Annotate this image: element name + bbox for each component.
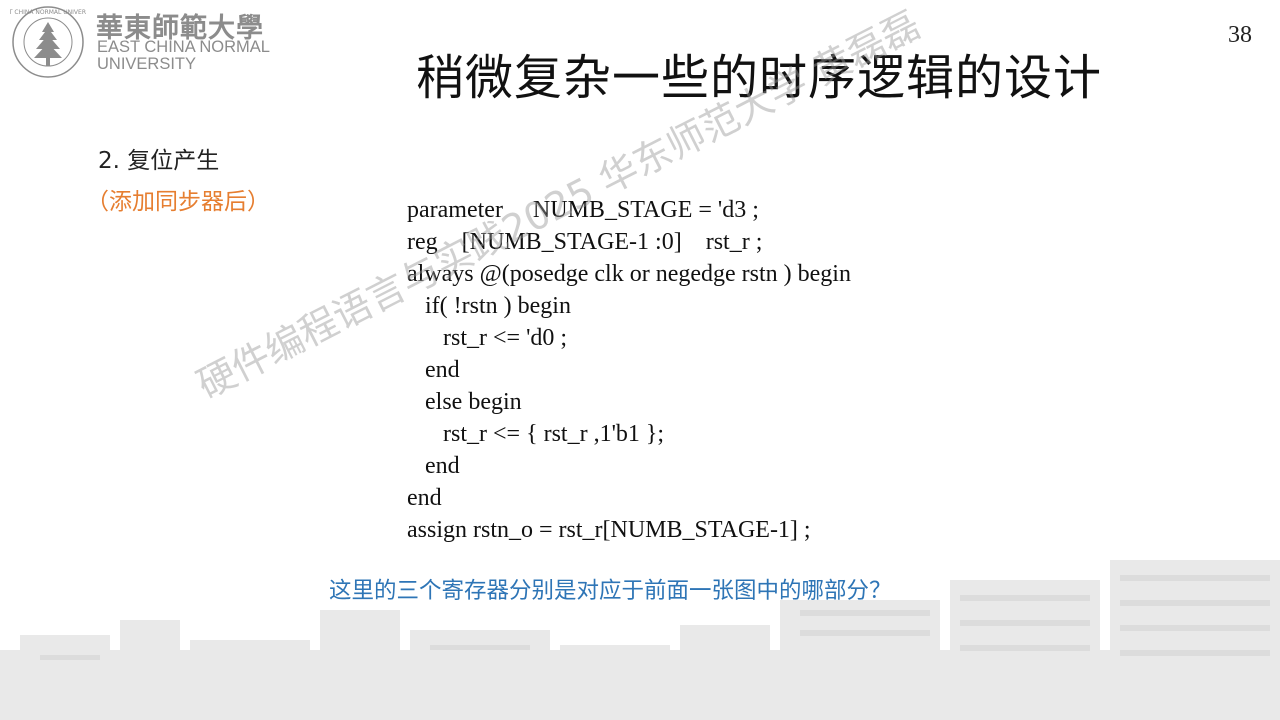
university-seal-logo: EAST CHINA NORMAL UNIVERSITY: [10, 6, 86, 78]
slide: EAST CHINA NORMAL UNIVERSITY 華東師範大學 EAST…: [0, 0, 1280, 720]
code-line: reg [NUMB_STAGE-1 :0] rst_r ;: [407, 229, 763, 255]
code-line: always @(posedge clk or negedge rstn ) b…: [407, 261, 851, 287]
question-text: 这里的三个寄存器分别是对应于前面一张图中的哪部分？: [329, 578, 892, 604]
university-name-en: EAST CHINA NORMAL UNIVERSITY: [97, 39, 270, 73]
campus-skyline-background: [0, 560, 1280, 720]
code-line: rst_r <= { rst_r ,1'b1 };: [407, 421, 665, 447]
code-line: end: [407, 453, 460, 479]
code-line: end: [407, 485, 442, 511]
code-line: if( !rstn ) begin: [407, 293, 571, 319]
code-line: else begin: [407, 389, 522, 415]
page-number: 38: [1228, 22, 1252, 48]
code-line: parameter NUMB_STAGE = 'd3 ;: [407, 197, 759, 223]
slide-title: 稍微复杂一些的时序逻辑的设计: [416, 50, 1103, 106]
svg-text:EAST CHINA NORMAL UNIVERSITY: EAST CHINA NORMAL UNIVERSITY: [10, 9, 86, 16]
section-note: （添加同步器后）: [86, 189, 270, 215]
section-label: 2. 复位产生: [98, 148, 220, 174]
code-line: assign rstn_o = rst_r[NUMB_STAGE-1] ;: [407, 517, 811, 543]
code-line: end: [407, 357, 460, 383]
university-name-en-line2: UNIVERSITY: [97, 55, 197, 73]
code-line: rst_r <= 'd0 ;: [407, 325, 568, 351]
university-name-en-line1: EAST CHINA NORMAL: [97, 38, 270, 56]
verilog-code-block: parameter NUMB_STAGE = 'd3 ; reg [NUMB_ST…: [407, 194, 851, 546]
